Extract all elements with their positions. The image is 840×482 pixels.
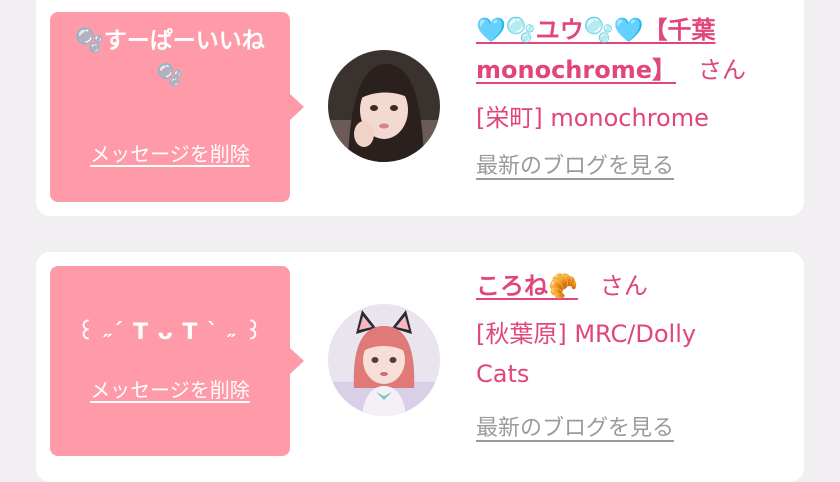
latest-blog-link[interactable]: 最新のブログを見る — [476, 148, 674, 180]
honorific: さん — [599, 272, 648, 300]
shop-name: [栄町] monochrome — [476, 104, 709, 132]
delete-message-link[interactable]: メッセージを削除 — [50, 374, 290, 403]
sender-info: ころね🥐 さん [秋葉原] MRC/Dolly Cats 最新のブログを見る — [476, 266, 786, 442]
message-card: ꒰ ˶´ T ᴗ T ` ˶ ꒱ メッセージを削除 ころね🥐 さん [秋葉原] M… — [36, 252, 804, 482]
message-text: 🫧すーぱーいいね 🫧 — [75, 28, 265, 87]
shop-name: [秋葉原] MRC/Dolly Cats — [476, 320, 697, 388]
avatar-photo-icon — [328, 50, 440, 162]
avatar-photo-icon — [328, 304, 440, 416]
message-text: ꒰ ˶´ T ᴗ T ` ˶ ꒱ — [77, 320, 263, 345]
sender-name-link-cont[interactable]: monochrome】 — [476, 56, 676, 84]
message-bubble: ꒰ ˶´ T ᴗ T ` ˶ ꒱ メッセージを削除 — [50, 266, 304, 456]
sender-name-link[interactable]: 🩵🫧ユウ🫧🩵【千葉 — [476, 16, 716, 44]
sender-name-line: ころね🥐 さん — [476, 266, 786, 306]
avatar[interactable] — [328, 304, 440, 416]
sender-info: 🩵🫧ユウ🫧🩵【千葉 monochrome】 さん [栄町] monochrome … — [476, 10, 786, 180]
delete-message-link[interactable]: メッセージを削除 — [50, 138, 290, 167]
sender-name-line: 🩵🫧ユウ🫧🩵【千葉 monochrome】 さん — [476, 10, 786, 90]
sender-name-link[interactable]: ころね🥐 — [476, 272, 578, 300]
message-bubble: 🫧すーぱーいいね 🫧 メッセージを削除 — [50, 12, 304, 202]
latest-blog-link[interactable]: 最新のブログを見る — [476, 410, 674, 442]
avatar[interactable] — [328, 50, 440, 162]
message-card: 🫧すーぱーいいね 🫧 メッセージを削除 🩵🫧ユウ🫧🩵【千葉 monochrome… — [36, 0, 804, 216]
honorific: さん — [698, 56, 746, 84]
